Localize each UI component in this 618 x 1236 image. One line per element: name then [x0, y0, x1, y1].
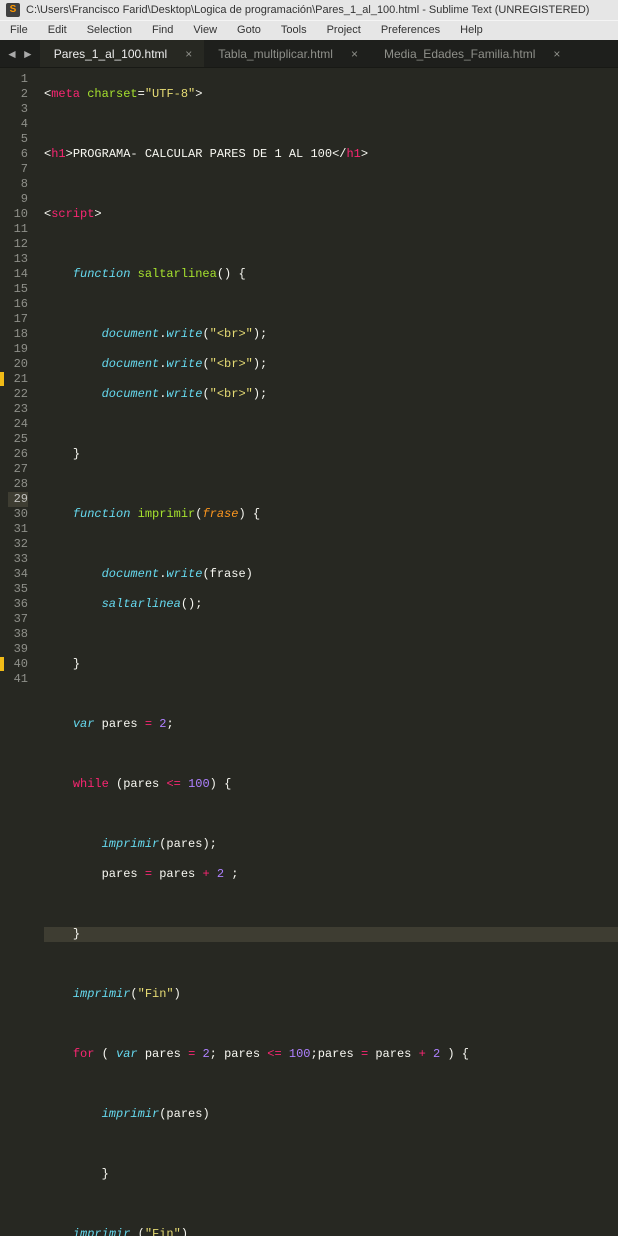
menu-help[interactable]: Help	[450, 21, 493, 40]
line-number[interactable]: 23	[8, 402, 28, 417]
close-icon[interactable]: ×	[351, 47, 358, 61]
line-number[interactable]: 35	[8, 582, 28, 597]
line-number[interactable]: 15	[8, 282, 28, 297]
tab-tabla[interactable]: Tabla_multiplicar.html ×	[204, 40, 370, 67]
tab-pares[interactable]: Pares_1_al_100.html ×	[40, 40, 204, 67]
modified-marker	[0, 372, 4, 386]
app-icon: S	[6, 3, 20, 17]
menu-file[interactable]: File	[0, 21, 38, 40]
tab-nav-arrows: ◄ ►	[0, 40, 40, 67]
line-number[interactable]: 28	[8, 477, 28, 492]
menu-edit[interactable]: Edit	[38, 21, 77, 40]
line-number[interactable]: 41	[8, 672, 28, 687]
line-number[interactable]: 22	[8, 387, 28, 402]
window-titlebar: S C:\Users\Francisco Farid\Desktop\Logic…	[0, 0, 618, 20]
modified-marker	[0, 657, 4, 671]
close-icon[interactable]: ×	[185, 47, 192, 61]
line-number[interactable]: 7	[8, 162, 28, 177]
menu-project[interactable]: Project	[317, 21, 371, 40]
menu-goto[interactable]: Goto	[227, 21, 271, 40]
line-number[interactable]: 27	[8, 462, 28, 477]
line-number[interactable]: 29	[8, 492, 28, 507]
line-number[interactable]: 4	[8, 117, 28, 132]
line-number[interactable]: 25	[8, 432, 28, 447]
line-number[interactable]: 9	[8, 192, 28, 207]
line-number[interactable]: 5	[8, 132, 28, 147]
menu-find[interactable]: Find	[142, 21, 183, 40]
window-title: C:\Users\Francisco Farid\Desktop\Logica …	[26, 0, 589, 20]
line-number[interactable]: 30	[8, 507, 28, 522]
menu-tools[interactable]: Tools	[271, 21, 317, 40]
menu-selection[interactable]: Selection	[77, 21, 142, 40]
line-number[interactable]: 16	[8, 297, 28, 312]
line-number[interactable]: 12	[8, 237, 28, 252]
line-number[interactable]: 11	[8, 222, 28, 237]
editor-area[interactable]: 1234567891011121314151617181920212223242…	[0, 68, 618, 1236]
modification-markers	[0, 68, 4, 1236]
line-number[interactable]: 8	[8, 177, 28, 192]
line-number[interactable]: 6	[8, 147, 28, 162]
line-number[interactable]: 13	[8, 252, 28, 267]
close-icon[interactable]: ×	[553, 47, 560, 61]
line-number[interactable]: 39	[8, 642, 28, 657]
line-number[interactable]: 20	[8, 357, 28, 372]
line-number[interactable]: 21	[8, 372, 28, 387]
line-number[interactable]: 26	[8, 447, 28, 462]
line-number[interactable]: 18	[8, 327, 28, 342]
line-number[interactable]: 3	[8, 102, 28, 117]
line-number[interactable]: 33	[8, 552, 28, 567]
line-number[interactable]: 31	[8, 522, 28, 537]
tab-label: Pares_1_al_100.html	[54, 47, 167, 61]
line-number[interactable]: 40	[8, 657, 28, 672]
code-content[interactable]: <meta charset="UTF-8"> <h1>PROGRAMA- CAL…	[34, 68, 618, 1236]
tab-label: Tabla_multiplicar.html	[218, 47, 333, 61]
line-number[interactable]: 38	[8, 627, 28, 642]
line-number[interactable]: 24	[8, 417, 28, 432]
tab-media[interactable]: Media_Edades_Familia.html ×	[370, 40, 572, 67]
menu-bar: File Edit Selection Find View Goto Tools…	[0, 20, 618, 40]
line-number[interactable]: 37	[8, 612, 28, 627]
nav-back-icon[interactable]: ◄	[6, 47, 18, 61]
menu-view[interactable]: View	[183, 21, 227, 40]
line-number[interactable]: 17	[8, 312, 28, 327]
line-number[interactable]: 34	[8, 567, 28, 582]
tab-bar: ◄ ► Pares_1_al_100.html × Tabla_multipli…	[0, 40, 618, 68]
nav-forward-icon[interactable]: ►	[22, 47, 34, 61]
menu-preferences[interactable]: Preferences	[371, 21, 450, 40]
line-number[interactable]: 32	[8, 537, 28, 552]
line-number-gutter[interactable]: 1234567891011121314151617181920212223242…	[4, 68, 34, 1236]
line-number[interactable]: 1	[8, 72, 28, 87]
line-number[interactable]: 14	[8, 267, 28, 282]
tab-label: Media_Edades_Familia.html	[384, 47, 535, 61]
line-number[interactable]: 19	[8, 342, 28, 357]
line-number[interactable]: 10	[8, 207, 28, 222]
line-number[interactable]: 2	[8, 87, 28, 102]
line-number[interactable]: 36	[8, 597, 28, 612]
